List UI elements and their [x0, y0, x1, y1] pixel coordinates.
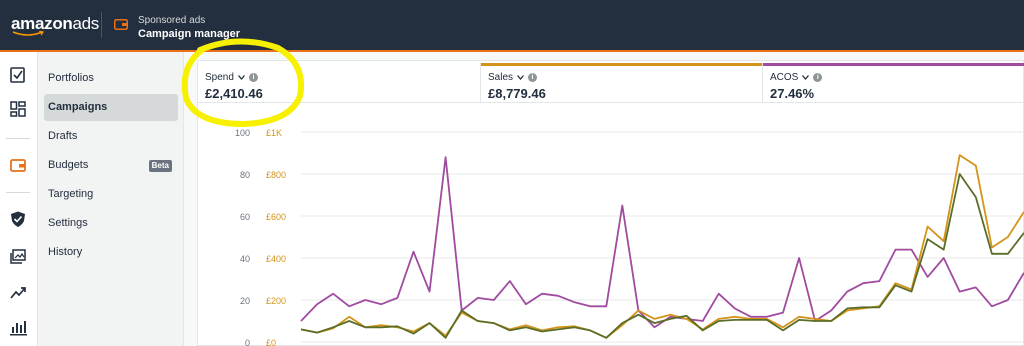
dashboard-icon[interactable]	[9, 100, 27, 118]
right-axis-tick-label: £800	[266, 170, 286, 180]
series-line-acos	[300, 156, 1024, 329]
rail-divider	[6, 192, 30, 193]
sidebar-item-settings[interactable]: Settings	[44, 210, 178, 237]
trend-icon[interactable]	[9, 284, 27, 302]
performance-chart: 100 £1K80 £80060 £60040 £40020 £2000 £0	[235, 128, 1024, 346]
sidebar-item-budgets[interactable]: Budgets Beta	[44, 152, 178, 179]
media-icon[interactable]	[9, 248, 27, 266]
wallet-icon[interactable]	[9, 156, 27, 174]
series-line-sales	[300, 154, 1024, 339]
bar-chart-icon[interactable]	[9, 318, 27, 336]
left-axis-tick-label: 0	[245, 338, 250, 346]
wallet-icon	[114, 19, 128, 30]
shield-icon[interactable]	[9, 210, 27, 228]
side-nav: Portfolios Campaigns Drafts Budgets Beta …	[38, 52, 184, 346]
right-axis-tick-label: £600	[266, 212, 286, 222]
main-area: Spend i £2,410.46 Sales i £8,779.46 ACOS i …	[184, 52, 1024, 346]
breadcrumb-sponsored-ads[interactable]: Sponsored ads	[138, 15, 205, 26]
sidebar-item-history[interactable]: History	[44, 239, 178, 266]
right-axis-tick-label: £200	[266, 296, 286, 306]
sidebar-item-label: Settings	[48, 217, 88, 229]
topbar-divider	[101, 12, 102, 38]
checklist-icon[interactable]	[9, 66, 27, 84]
sidebar-item-label: Portfolios	[48, 72, 94, 84]
sidebar-item-campaigns[interactable]: Campaigns	[44, 94, 178, 121]
spend-highlight-circle	[181, 38, 304, 128]
logo-smile-icon	[12, 31, 44, 36]
logo-ads-text: ads	[72, 14, 100, 33]
sidebar-item-drafts[interactable]: Drafts	[44, 123, 178, 150]
left-axis-tick-label: 20	[240, 296, 250, 306]
sidebar-item-label: Campaigns	[48, 101, 108, 113]
sidebar-item-targeting[interactable]: Targeting	[44, 181, 178, 208]
left-axis-tick-label: 40	[240, 254, 250, 264]
icon-rail	[0, 52, 38, 346]
sidebar-item-portfolios[interactable]: Portfolios	[44, 65, 178, 92]
top-bar: amazonads Sponsored ads Campaign manager	[0, 0, 1024, 50]
sidebar-item-label: History	[48, 246, 83, 258]
sidebar-item-label: Budgets	[48, 159, 89, 171]
sidebar-item-label: Drafts	[48, 130, 78, 142]
left-axis-tick-label: 60	[240, 212, 250, 222]
rail-divider	[6, 138, 30, 139]
sidebar-item-label: Targeting	[48, 188, 94, 200]
right-axis-tick-label: £0	[266, 338, 276, 346]
right-axis-tick-label: £400	[266, 254, 286, 264]
left-axis-tick-label: 80	[240, 170, 250, 180]
beta-badge: Beta	[148, 160, 172, 172]
